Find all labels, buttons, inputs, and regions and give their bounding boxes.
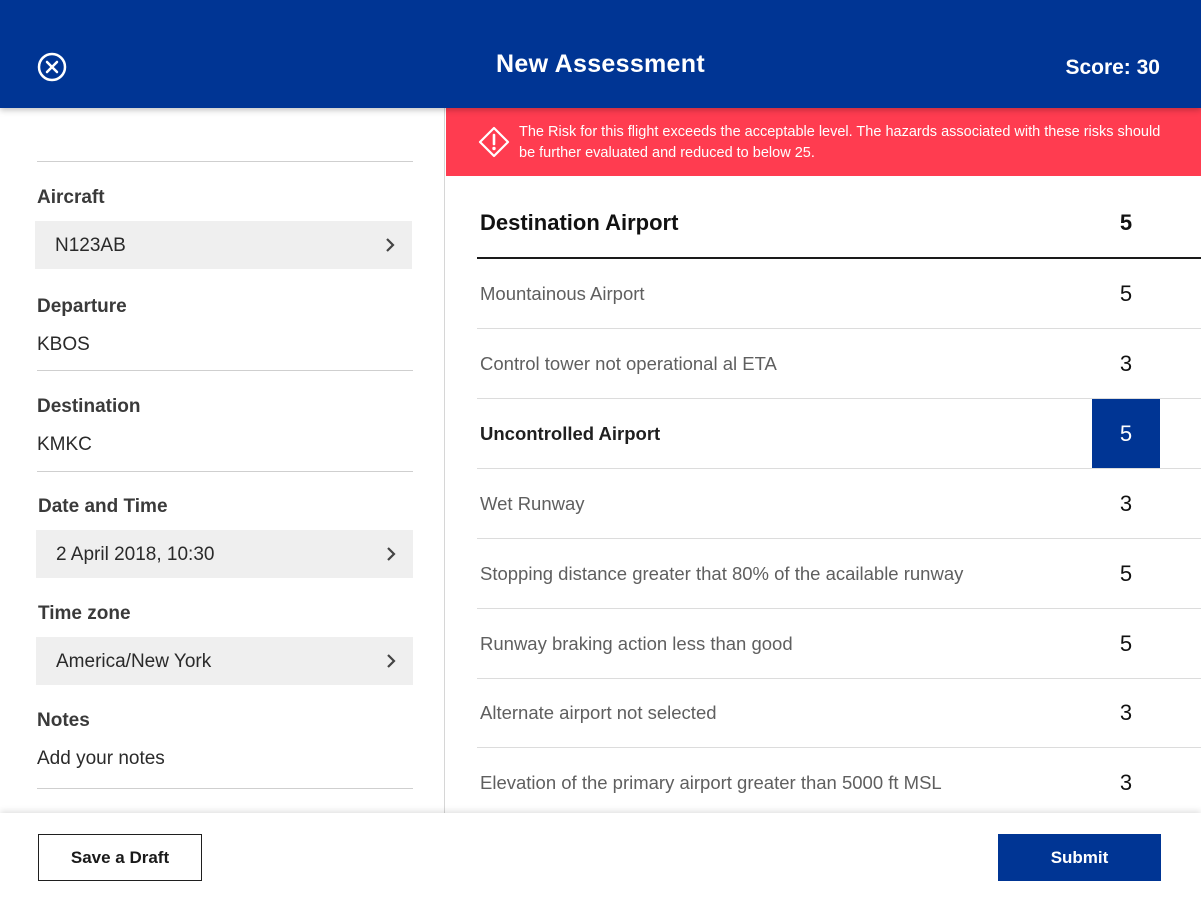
app-header: New Assessment Score: 30 <box>0 0 1201 108</box>
divider <box>37 471 413 472</box>
hazard-score: 5 <box>1092 399 1160 468</box>
divider <box>37 788 413 789</box>
hazard-score: 3 <box>1119 700 1133 725</box>
chevron-right-icon <box>387 654 396 668</box>
hazard-row[interactable]: Control tower not operational al ETA 3 <box>477 329 1201 399</box>
destination-label: Destination <box>37 396 141 417</box>
timezone-value: America/New York <box>56 651 212 672</box>
hazard-label: Uncontrolled Airport <box>480 423 661 444</box>
chevron-right-icon <box>386 238 395 252</box>
hazard-label: Wet Runway <box>480 493 585 514</box>
section-title: Destination Airport <box>480 210 679 235</box>
page-title: New Assessment <box>496 50 705 78</box>
submit-button[interactable]: Submit <box>998 834 1161 881</box>
hazard-row[interactable]: Wet Runway 3 <box>477 469 1201 539</box>
destination-field[interactable]: KMKC <box>37 434 92 456</box>
notes-label: Notes <box>37 710 90 731</box>
aircraft-select[interactable]: N123AB <box>35 221 412 269</box>
hazard-label: Mountainous Airport <box>480 283 645 304</box>
datetime-select[interactable]: 2 April 2018, 10:30 <box>36 530 413 578</box>
departure-label: Departure <box>37 296 127 317</box>
risk-alert-banner: The Risk for this flight exceeds the acc… <box>446 108 1201 176</box>
hazard-row[interactable]: Alternate airport not selected 3 <box>477 678 1201 748</box>
hazard-score: 5 <box>1119 281 1133 306</box>
hazard-row[interactable]: Mountainous Airport 5 <box>477 259 1201 329</box>
hazard-label: Elevation of the primary airport greater… <box>480 772 942 793</box>
hazard-score: 3 <box>1119 351 1133 376</box>
timezone-select[interactable]: America/New York <box>36 637 413 685</box>
hazard-score: 5 <box>1119 561 1133 586</box>
save-draft-button[interactable]: Save a Draft <box>38 834 202 881</box>
hazard-row[interactable]: Stopping distance greater that 80% of th… <box>477 539 1201 609</box>
hazard-label: Runway braking action less than good <box>480 633 793 654</box>
aircraft-value: N123AB <box>55 235 126 256</box>
departure-field[interactable]: KBOS <box>37 334 90 356</box>
total-score: Score: 30 <box>1065 56 1160 79</box>
section-score: 5 <box>1119 210 1133 235</box>
hazard-label: Control tower not operational al ETA <box>480 353 777 374</box>
chevron-right-icon <box>387 547 396 561</box>
hazard-score: 3 <box>1119 770 1133 795</box>
flight-details-panel: Aircraft N123AB Departure KBOS Destinati… <box>0 108 445 813</box>
hazard-score: 5 <box>1119 631 1133 656</box>
hazard-row[interactable]: Elevation of the primary airport greater… <box>477 748 1201 818</box>
notes-field[interactable]: Add your notes <box>37 748 165 770</box>
hazard-label: Alternate airport not selected <box>480 702 717 723</box>
datetime-value: 2 April 2018, 10:30 <box>56 544 215 565</box>
hazard-row-selected[interactable]: Uncontrolled Airport 5 <box>477 399 1201 469</box>
divider <box>37 161 413 162</box>
alert-message: The Risk for this flight exceeds the acc… <box>519 124 1161 161</box>
aircraft-label: Aircraft <box>37 187 105 208</box>
timezone-label: Time zone <box>38 603 131 624</box>
warning-diamond-icon <box>478 126 510 158</box>
hazard-score: 3 <box>1119 491 1133 516</box>
hazard-row[interactable]: Runway braking action less than good 5 <box>477 609 1201 679</box>
datetime-label: Date and Time <box>38 496 168 517</box>
action-footer: Save a Draft Submit <box>0 813 1201 902</box>
divider <box>37 370 413 371</box>
hazard-label: Stopping distance greater that 80% of th… <box>480 563 964 584</box>
